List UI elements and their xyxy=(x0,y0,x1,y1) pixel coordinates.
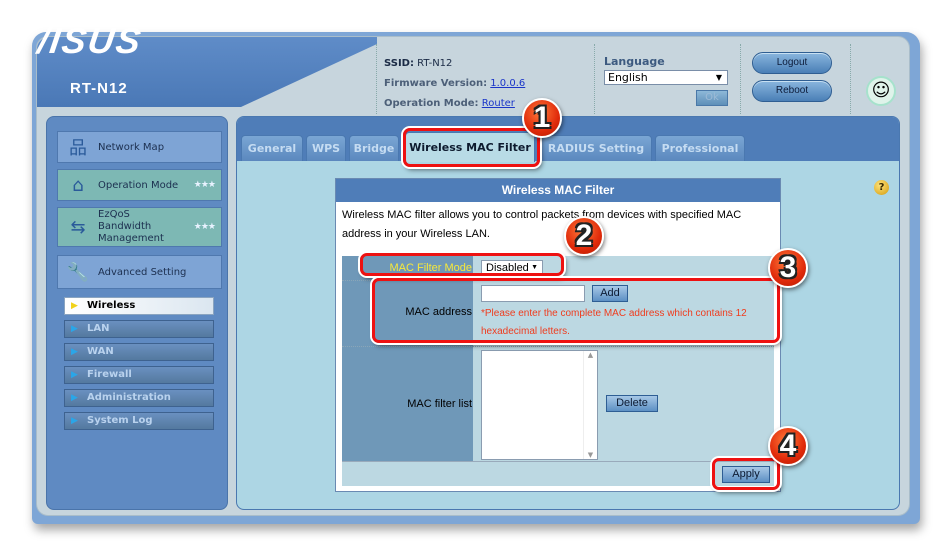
sidebar-sub-wan[interactable]: ▶ WAN xyxy=(64,343,214,361)
sub-item-label: Firewall xyxy=(87,369,132,380)
bandwidth-icon: ⇆ xyxy=(70,216,86,238)
sidebar-sub-system-log[interactable]: ▶ System Log xyxy=(64,412,214,430)
reboot-button[interactable]: Reboot xyxy=(752,80,832,102)
step-badge: 4 xyxy=(768,426,808,466)
mac-filter-list[interactable]: ▲ ▼ xyxy=(481,350,598,460)
arrow-right-icon: ▶ xyxy=(71,301,78,311)
highlight-box xyxy=(712,458,780,490)
mascot-avatar-icon: ☺ xyxy=(866,76,896,106)
panel-description: Wireless MAC filter allows you to contro… xyxy=(342,209,742,240)
language-label: Language xyxy=(604,55,665,68)
logout-button[interactable]: Logout xyxy=(752,52,832,74)
divider xyxy=(376,44,377,114)
tab-bridge[interactable]: Bridge xyxy=(349,135,399,161)
stars-icon: ★★★ xyxy=(193,180,216,190)
sidebar-item-advanced-setting[interactable]: 🔧 Advanced Setting xyxy=(57,255,222,289)
scroll-up-icon: ▲ xyxy=(587,351,594,359)
language-select[interactable]: English ▼ xyxy=(604,70,728,85)
step-badge: 3 xyxy=(768,248,808,288)
arrow-right-icon: ▶ xyxy=(71,416,78,426)
firmware-version-link[interactable]: 1.0.0.6 xyxy=(490,78,525,89)
scrollbar[interactable]: ▲ ▼ xyxy=(583,351,597,459)
arrow-right-icon: ▶ xyxy=(71,370,78,380)
sidebar-item-label: Network Map xyxy=(98,141,165,153)
sidebar-item-network-map[interactable]: 品 Network Map xyxy=(57,131,222,163)
delete-button[interactable]: Delete xyxy=(606,395,658,412)
language-ok-button[interactable]: Ok xyxy=(696,90,728,106)
arrow-right-icon: ▶ xyxy=(71,324,78,334)
tab-professional[interactable]: Professional xyxy=(655,135,745,161)
sidebar-item-ezqos[interactable]: ⇆ EzQoS Bandwidth Management ★★★ xyxy=(57,207,222,247)
divider xyxy=(740,44,741,114)
mac-filter-list-label: MAC filter list xyxy=(407,398,472,410)
language-value: English xyxy=(608,71,648,84)
form-footer xyxy=(342,461,774,486)
divider xyxy=(594,44,595,114)
highlight-box xyxy=(403,128,540,167)
sub-item-label: System Log xyxy=(87,415,153,426)
sidebar-sub-firewall[interactable]: ▶ Firewall xyxy=(64,366,214,384)
sidebar-item-label: EzQoS Bandwidth Management xyxy=(98,209,164,244)
sub-item-label: LAN xyxy=(87,323,110,334)
sub-item-label: WAN xyxy=(87,346,114,357)
highlight-box xyxy=(360,253,564,276)
sidebar-item-label: Advanced Setting xyxy=(98,266,187,278)
operation-mode-label: Operation Mode: xyxy=(384,98,479,109)
sidebar-item-operation-mode[interactable]: ⌂ Operation Mode ★★★ xyxy=(57,169,222,201)
highlight-box xyxy=(372,278,780,343)
sidebar-item-label: Operation Mode xyxy=(98,179,179,191)
help-icon[interactable]: ? xyxy=(874,180,889,195)
asus-logo: /ISUS xyxy=(35,20,145,61)
panel-title: Wireless MAC Filter xyxy=(336,179,780,202)
sidebar-sub-lan[interactable]: ▶ LAN xyxy=(64,320,214,338)
step-badge: 2 xyxy=(564,216,604,256)
tab-radius-setting[interactable]: RADIUS Setting xyxy=(540,135,652,161)
arrow-right-icon: ▶ xyxy=(71,393,78,403)
network-map-icon: 品 xyxy=(69,138,87,159)
sidebar-sub-administration[interactable]: ▶ Administration xyxy=(64,389,214,407)
sidebar-sub-wireless[interactable]: ▶ Wireless xyxy=(64,297,214,315)
firmware-label: Firmware Version: xyxy=(384,78,488,89)
row-divider xyxy=(342,346,774,347)
ssid-value: RT-N12 xyxy=(417,58,453,69)
router-info: SSID: RT-N12 Firmware Version: 1.0.0.6 O… xyxy=(384,54,525,114)
sub-item-label: Wireless xyxy=(87,300,136,311)
tab-wps[interactable]: WPS xyxy=(306,135,346,161)
tab-general[interactable]: General xyxy=(241,135,303,161)
router-icon: ⌂ xyxy=(72,174,84,196)
ssid-label: SSID: xyxy=(384,58,414,69)
scroll-down-icon: ▼ xyxy=(587,451,594,459)
arrow-right-icon: ▶ xyxy=(71,347,78,357)
sub-item-label: Administration xyxy=(87,392,171,403)
step-badge: 1 xyxy=(522,98,562,138)
stars-icon: ★★★ xyxy=(193,222,216,232)
divider xyxy=(850,44,851,114)
tools-icon: 🔧 xyxy=(66,261,90,283)
operation-mode-link[interactable]: Router xyxy=(482,98,515,109)
model-name: RT-N12 xyxy=(70,80,128,97)
dropdown-arrow-icon: ▼ xyxy=(715,73,722,82)
